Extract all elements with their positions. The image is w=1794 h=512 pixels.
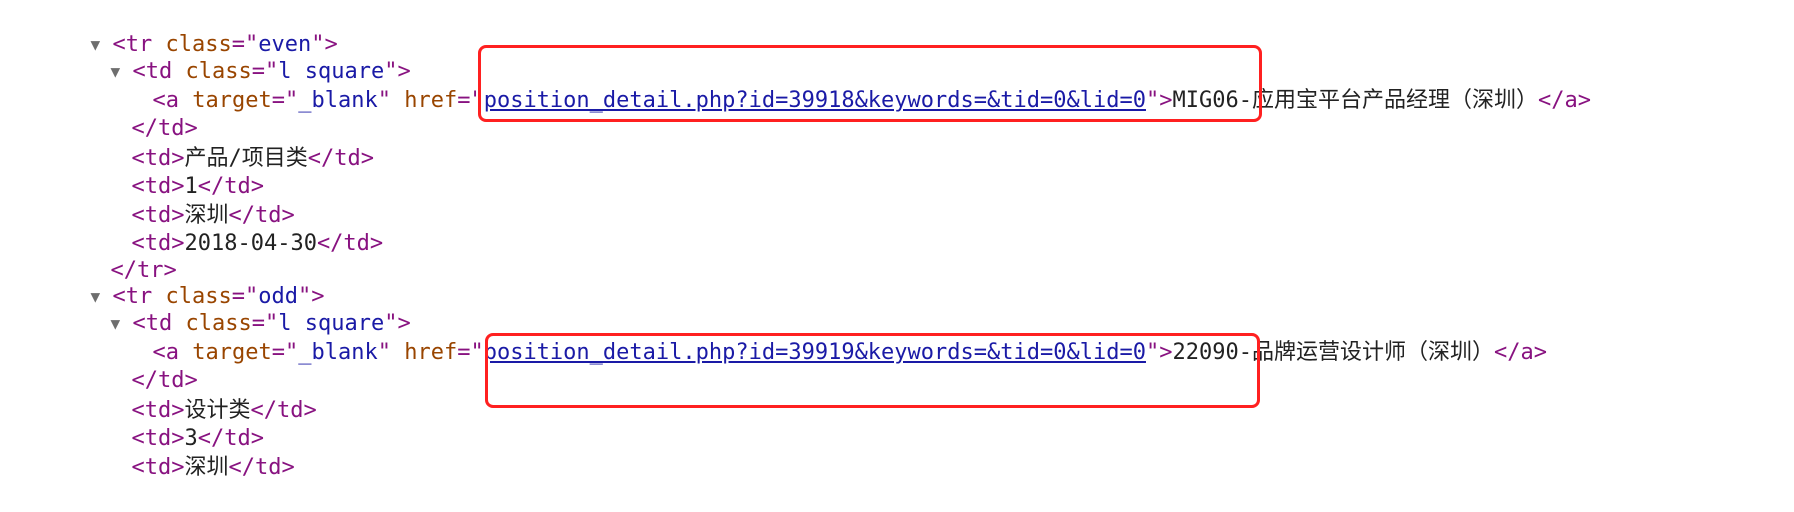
attr-target-value: _blank [298,340,378,365]
attr-target-value: _blank [298,88,378,113]
anchor-close-tag: </a> [1537,88,1591,113]
td-square-node[interactable]: ▼ <td class="l square"> [84,279,411,336]
td-close-tag: </td> [228,455,295,480]
td-cell-node[interactable]: <td>设计类</td> [105,366,317,423]
attr-href: href [404,88,458,113]
td-cell-text: 深圳 [184,455,229,480]
attr-equals: =" [457,340,484,365]
td-open-tag: <td> [131,455,185,480]
td-cell-node[interactable]: <td>3</td> [105,394,264,451]
highlight-box-href-2 [485,333,1260,408]
td-square-node[interactable]: ▼ <td class="l square"> [84,27,411,84]
td-cell-node[interactable]: <td>1</td> [105,142,264,199]
td-close-node[interactable]: </td> [105,336,198,393]
td-cell-node[interactable]: <td>产品/项目类</td> [105,114,374,171]
attr-quote: " [377,88,391,113]
highlight-box-href-1 [478,45,1262,122]
tr-even-node[interactable]: ▼ <tr class="even"> [64,0,338,57]
td-close-tag: </td> [307,146,374,171]
td-cell-node[interactable]: <td>深圳</td> [105,423,295,480]
attr-target: target [192,340,272,365]
attr-target: target [192,88,272,113]
td-cell-node[interactable]: <td>深圳</td> [105,171,295,228]
attr-href: href [404,340,458,365]
td-cell-node[interactable]: <td>2018-04-30</td> [105,199,384,256]
td-close-tag: </td> [316,231,384,256]
attr-equals: =" [271,88,299,113]
attr-equals: =" [271,340,299,365]
td-close-node[interactable]: </td> [105,84,198,141]
tr-odd-node[interactable]: ▼ <tr class="odd"> [64,252,325,309]
attr-quote: " [377,340,391,365]
anchor-close-tag: </a> [1493,340,1547,365]
